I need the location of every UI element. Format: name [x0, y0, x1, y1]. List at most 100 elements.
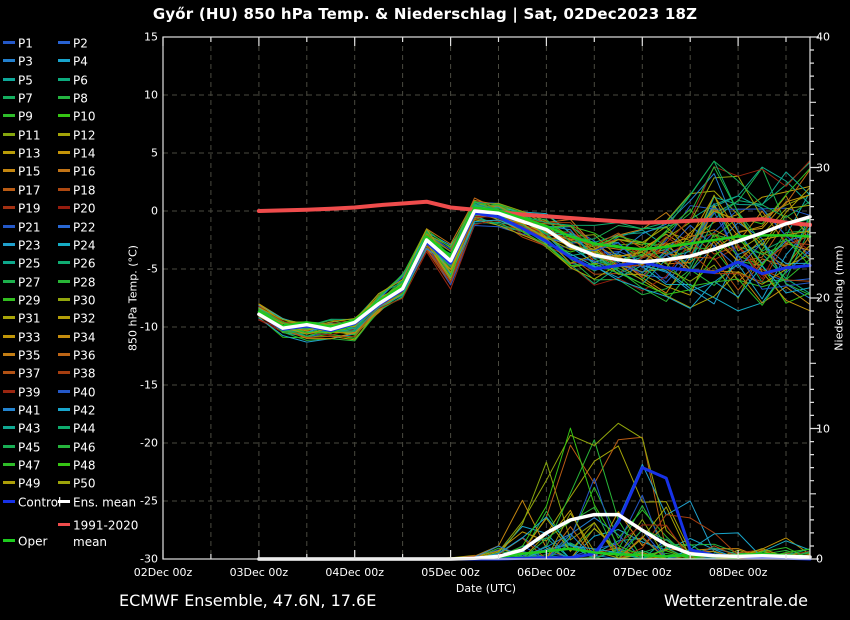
legend-line-swatch — [58, 59, 70, 62]
left-tick-label: 10 — [144, 89, 158, 102]
legend-line-swatch — [58, 335, 70, 338]
legend-row: P45 P46 — [3, 440, 163, 458]
left-tick-label: -20 — [140, 437, 158, 450]
legend-label: mean — [73, 535, 107, 549]
legend-label: P36 — [73, 348, 96, 362]
legend-line-swatch — [58, 316, 70, 319]
legend-item-p36: P36 — [58, 348, 96, 363]
legend-line-swatch — [58, 96, 70, 99]
left-tick-label: 0 — [151, 205, 158, 218]
legend-row: P41 P42 — [3, 403, 163, 421]
legend-label: P46 — [73, 440, 96, 454]
footer-site: Wetterzentrale.de — [664, 591, 808, 610]
legend-item-p29: P29 — [3, 293, 41, 308]
legend-label: P41 — [18, 404, 41, 418]
legend-line-swatch — [3, 371, 15, 374]
member-precip-line — [259, 423, 810, 559]
legend-label: P27 — [18, 275, 41, 289]
legend-item-p32: P32 — [58, 311, 96, 326]
legend-row: P39P40 — [3, 385, 163, 403]
legend-label: P31 — [18, 312, 41, 326]
legend-line-swatch — [58, 206, 70, 209]
legend-row: Control Ens. mean — [3, 495, 163, 513]
legend-item-p41: P41 — [3, 403, 41, 418]
legend-label: P15 — [18, 165, 41, 179]
chart-title: Győr (HU) 850 hPa Temp. & Niederschlag |… — [0, 5, 850, 23]
legend-item-p47: P47 — [3, 458, 41, 473]
legend-line-swatch — [3, 133, 15, 136]
legend-line-swatch — [58, 481, 70, 484]
legend-label: P40 — [73, 385, 96, 399]
legend-label: P7 — [18, 92, 33, 106]
left-tick-label: -25 — [140, 495, 158, 508]
legend-item-p13: P13 — [3, 146, 41, 161]
legend-label: 1991-2020 — [73, 518, 138, 532]
left-tick-label: -5 — [147, 263, 158, 276]
legend-item-p6: P6 — [58, 73, 88, 88]
legend-label: P14 — [73, 147, 96, 161]
legend-line-swatch — [58, 426, 70, 429]
legend-item-p43: P43 — [3, 421, 41, 436]
legend-item-p9: P9 — [3, 109, 33, 124]
legend-line-swatch — [3, 96, 15, 99]
legend-line-swatch — [3, 169, 15, 172]
left-tick-label: 15 — [144, 31, 158, 44]
legend-row: P3P4 — [3, 54, 163, 72]
legend-row: P7P8 — [3, 91, 163, 109]
left-tick-label: -10 — [140, 321, 158, 334]
legend-item-p18: P18 — [58, 183, 96, 198]
legend-item-p46: P46 — [58, 440, 96, 455]
legend-line-swatch — [58, 188, 70, 191]
legend-label: P21 — [18, 220, 41, 234]
left-tick-label: -15 — [140, 379, 158, 392]
legend-label: P22 — [73, 220, 96, 234]
legend-item-p45: P45 — [3, 440, 41, 455]
member-temp-line — [259, 167, 810, 334]
legend-item-ens-mean: Ens. mean — [58, 495, 136, 510]
left-axis-label: 850 hPa Temp. (°C) — [127, 245, 140, 351]
legend-line-swatch — [58, 500, 70, 503]
legend-label: P44 — [73, 422, 96, 436]
legend-label: P35 — [18, 348, 41, 362]
legend-line-swatch — [3, 280, 15, 283]
legend-item-p42: P42 — [58, 403, 96, 418]
legend-label: P48 — [73, 459, 96, 473]
legend-item-p4: P4 — [58, 54, 88, 69]
legend-label: P6 — [73, 73, 88, 87]
legend-item-p19: P19 — [3, 201, 41, 216]
legend-label: Control — [18, 495, 61, 509]
legend-line-swatch — [58, 225, 70, 228]
legend-label: P1 — [18, 37, 33, 51]
legend-line-swatch — [3, 390, 15, 393]
legend-line-swatch — [3, 41, 15, 44]
legend-row: P19 P20 — [3, 201, 163, 219]
legend-line-swatch — [58, 243, 70, 246]
legend-label: P38 — [73, 367, 96, 381]
legend-item-p17: P17 — [3, 183, 41, 198]
legend-item-p40: P40 — [58, 385, 96, 400]
legend-label: Oper — [18, 534, 47, 548]
legend-line-swatch — [3, 114, 15, 117]
legend-label: P37 — [18, 367, 41, 381]
legend-item-p49: P49 — [3, 476, 41, 491]
legend-line-swatch — [3, 243, 15, 246]
legend-item-p10: P10 — [58, 109, 96, 124]
legend-line-swatch — [58, 41, 70, 44]
legend-label: Ens. mean — [73, 495, 136, 509]
legend-item-p50: P50 — [58, 476, 96, 491]
legend-label: P47 — [18, 459, 41, 473]
legend-line-swatch — [3, 261, 15, 264]
legend-line-swatch — [58, 133, 70, 136]
legend-label: P23 — [18, 238, 41, 252]
legend-line-swatch — [3, 539, 15, 542]
legend-item-1991-2020-mean: 1991-2020 mean — [58, 517, 138, 550]
legend-row: P9 P10 — [3, 109, 163, 127]
legend-label: P24 — [73, 238, 96, 252]
legend-label: P16 — [73, 165, 96, 179]
legend-item-p20: P20 — [58, 201, 96, 216]
legend-line-swatch — [3, 335, 15, 338]
legend-line-swatch — [3, 353, 15, 356]
legend-label: P11 — [18, 128, 41, 142]
legend-item-p21: P21 — [3, 220, 41, 235]
legend-item-p30: P30 — [58, 293, 96, 308]
